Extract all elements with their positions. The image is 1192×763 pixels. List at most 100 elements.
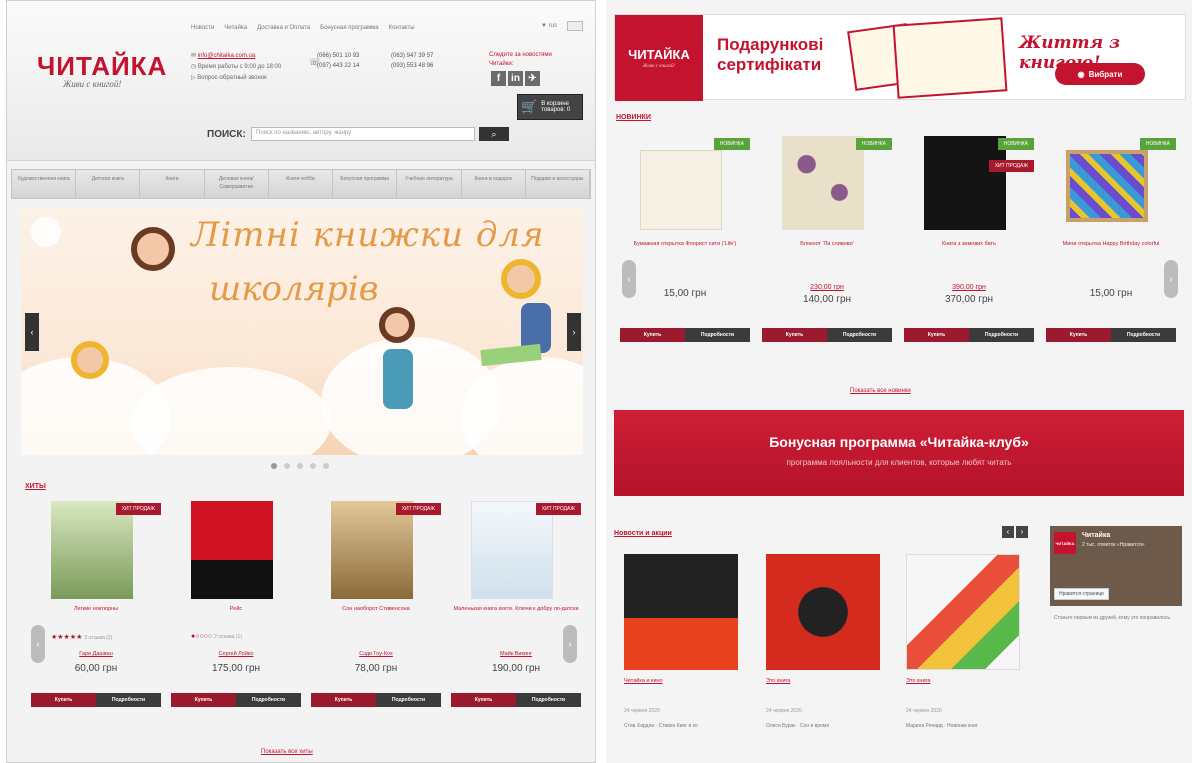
news-image[interactable] (906, 554, 1020, 670)
product-author[interactable]: Сергей Лойко (171, 651, 301, 657)
news-title[interactable]: Это книга (766, 678, 790, 684)
facebook-friends-text: Станьте первым из друзей, кому это понра… (1054, 615, 1172, 621)
product-author[interactable]: Майк Викинг (451, 651, 581, 657)
show-all-new-link[interactable]: Показать все новинки (850, 388, 911, 394)
book-cover[interactable] (471, 501, 553, 599)
news-image[interactable] (766, 554, 880, 670)
product-card[interactable]: НОВИНКА Бумажная открытка Флорист сити (… (620, 136, 750, 356)
product-image[interactable] (640, 150, 722, 230)
news-prev-button[interactable]: ‹ (1002, 526, 1014, 538)
top-nav-item[interactable]: Новости (191, 25, 214, 31)
news-title[interactable]: Читайка и кино (624, 678, 663, 684)
category-menu-item[interactable]: Художественная книга (12, 170, 77, 198)
email-link[interactable]: info@chitaika.com.ua (198, 53, 255, 59)
site-logo[interactable]: ЧИТАЙКА (37, 51, 167, 82)
top-nav-item[interactable]: Читайка (224, 25, 247, 31)
news-section-title[interactable]: Новости и акции (614, 530, 672, 537)
top-nav-item[interactable]: Доставка и Оплата (257, 25, 310, 31)
choose-certificate-button[interactable]: ◉ Вибрати (1055, 63, 1145, 85)
book-cover[interactable] (51, 501, 133, 599)
callback-link[interactable]: Вопрос-обратный звонок (197, 75, 266, 81)
product-card[interactable]: ХИТ ПРОДАЖ Сон наоборот Стивенсона Сэди … (311, 501, 441, 721)
details-button[interactable]: Подробности (376, 693, 441, 707)
slider-dot[interactable] (310, 463, 316, 469)
buy-button[interactable]: Купить (904, 328, 969, 342)
category-menu-item[interactable]: Детская книга (76, 170, 141, 198)
facebook-widget[interactable]: ЧИТАЙКА Читайка 2 тыс. отметок «Нравится… (1050, 526, 1182, 606)
news-card[interactable]: Это книга 24 червня 2020 Марина Ричард ·… (902, 550, 1024, 760)
product-name[interactable]: Мини открытка Happy Birthday colorful (1046, 240, 1176, 248)
slider-dot[interactable] (271, 463, 277, 469)
news-title[interactable]: Это книга (906, 678, 930, 684)
product-name[interactable]: Блокнот 'Ла сливово' (762, 240, 892, 248)
product-card[interactable]: НОВИНКА Блокнот 'Ла сливово' 230,00 грн … (762, 136, 892, 356)
facebook-page-name[interactable]: Читайка (1082, 532, 1110, 539)
slider-dot[interactable] (297, 463, 303, 469)
details-button[interactable]: Подробности (827, 328, 892, 342)
product-card[interactable]: Рейс ●○○○○ 2 отзыва (1) Сергей Лойко 175… (171, 501, 301, 721)
product-name[interactable]: Сон наоборот Стивенсона (311, 605, 441, 613)
product-image[interactable] (1066, 150, 1148, 222)
linkedin-icon[interactable]: in (508, 71, 523, 86)
category-menu-item[interactable]: Книги-хобби (269, 170, 334, 198)
product-name[interactable]: Легкие ноктюрны (31, 605, 161, 613)
book-cover[interactable] (331, 501, 413, 599)
product-card[interactable]: НОВИНКА ХИТ ПРОДАЖ Книга з зимових бать … (904, 136, 1034, 356)
show-all-hits-link[interactable]: Показать все хиты (261, 749, 313, 755)
facebook-icon[interactable]: f (491, 71, 506, 86)
product-name[interactable]: Бумажная открытка Флорист сити ('Life') (620, 240, 750, 248)
gift-certificate-banner[interactable]: ЧИТАЙКА Живи с книгой! Подарункові сертифі… (614, 14, 1186, 101)
new-section-title[interactable]: НОВИНКИ (616, 114, 651, 121)
product-author[interactable]: Гари Дашван (31, 651, 161, 657)
hits-section-title[interactable]: ХИТЫ (25, 483, 46, 490)
news-next-button[interactable]: › (1016, 526, 1028, 538)
cart-button[interactable]: 🛒 В корзине товаров: 0 (517, 94, 583, 120)
banner-prev-button[interactable]: ‹ (25, 313, 39, 351)
buy-button[interactable]: Купить (31, 693, 96, 707)
details-button[interactable]: Подробности (96, 693, 161, 707)
details-button[interactable]: Подробности (685, 328, 750, 342)
buy-button[interactable]: Купить (171, 693, 236, 707)
details-button[interactable]: Подробности (236, 693, 301, 707)
buy-button[interactable]: Купить (451, 693, 516, 707)
facebook-like-button[interactable]: Нравится странице (1054, 588, 1109, 600)
cart-mini-box[interactable] (567, 21, 583, 31)
product-author[interactable]: Сэди Гоу-Кох (311, 651, 441, 657)
category-menu-item[interactable]: Учебная литература (397, 170, 462, 198)
bonus-program-banner[interactable]: Бонусная программа «Читайка-клуб» програ… (614, 410, 1184, 496)
buy-button[interactable]: Купить (620, 328, 685, 342)
book-cover[interactable] (191, 501, 273, 599)
search-input[interactable]: Поиск по названию, автору, жанру (251, 127, 475, 141)
slider-dot[interactable] (323, 463, 329, 469)
product-card[interactable]: ХИТ ПРОДАЖ Легкие ноктюрны ★★★★★ 2 отзыв… (31, 501, 161, 721)
details-button[interactable]: Подробности (969, 328, 1034, 342)
buy-button[interactable]: Купить (762, 328, 827, 342)
top-nav-item[interactable]: Бонусная программа (320, 25, 378, 31)
top-nav-item[interactable]: Контакты (389, 25, 415, 31)
search-button[interactable]: ⌕ (479, 127, 509, 141)
product-card[interactable]: НОВИНКА Мини открытка Happy Birthday col… (1046, 136, 1176, 356)
language-select[interactable]: ▼ rus (541, 23, 557, 29)
product-name[interactable]: Маленькая книга хюгге. Ключи к добру по-… (451, 605, 581, 613)
buy-button[interactable]: Купить (311, 693, 376, 707)
product-image[interactable] (924, 136, 1006, 230)
news-card[interactable]: Читайка и кино 24 червня 2020 Стив Хардл… (620, 550, 742, 760)
slider-dot[interactable] (284, 463, 290, 469)
details-button[interactable]: Подробности (1111, 328, 1176, 342)
category-menu-item[interactable]: Книги в подарок (462, 170, 526, 198)
category-menu-item[interactable]: Деловая книга/Саморазвитие (205, 170, 269, 198)
category-menu-item[interactable]: Книги (140, 170, 205, 198)
promo-banner[interactable]: Літні книжки для школярів (21, 207, 583, 455)
banner-next-button[interactable]: › (567, 313, 581, 351)
news-card[interactable]: Это книга 24 червня 2020 Олеся Бурак · С… (762, 550, 884, 760)
product-image[interactable] (782, 136, 864, 230)
category-menu-item[interactable]: Подарки и аксессуары (526, 170, 590, 198)
product-name[interactable]: Рейс (171, 605, 301, 613)
category-menu-item[interactable]: Бонусная программа (333, 170, 398, 198)
details-button[interactable]: Подробности (516, 693, 581, 707)
news-image[interactable] (624, 554, 738, 670)
product-name[interactable]: Книга з зимових бать (904, 240, 1034, 248)
telegram-icon[interactable]: ✈ (525, 71, 540, 86)
buy-button[interactable]: Купить (1046, 328, 1111, 342)
product-card[interactable]: ХИТ ПРОДАЖ Маленькая книга хюгге. Ключи … (451, 501, 581, 721)
